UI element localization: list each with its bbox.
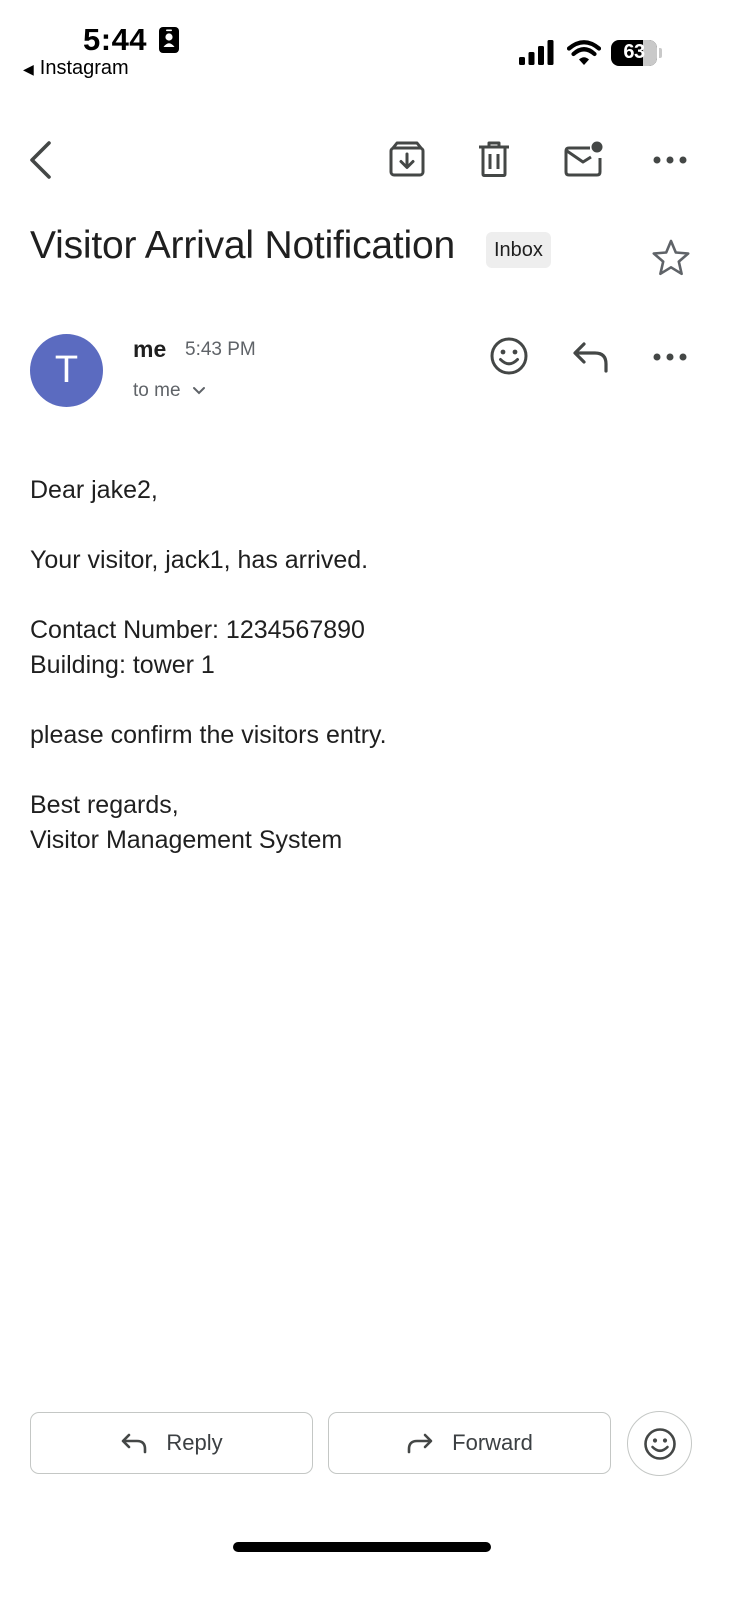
body-signature: Visitor Management System bbox=[30, 826, 343, 854]
inbox-label-chip[interactable]: Inbox bbox=[486, 232, 551, 268]
back-triangle-icon: ◀ bbox=[23, 61, 34, 77]
email-subject: Visitor Arrival Notification bbox=[30, 224, 455, 267]
battery-tip bbox=[659, 48, 662, 58]
recipients-label: to me bbox=[133, 380, 181, 402]
back-arrow-icon[interactable] bbox=[26, 140, 56, 180]
body-request: please confirm the visitors entry. bbox=[30, 721, 387, 749]
forward-button-label: Forward bbox=[452, 1430, 533, 1455]
archive-icon[interactable] bbox=[388, 140, 426, 178]
cellular-signal-icon bbox=[519, 40, 555, 66]
sender-name: me bbox=[133, 336, 167, 362]
body-signoff: Best regards, bbox=[30, 791, 179, 819]
forward-button-icon bbox=[406, 1432, 434, 1454]
battery-level: 63 bbox=[623, 41, 645, 63]
email-time: 5:43 PM bbox=[185, 339, 256, 360]
message-more-icon[interactable] bbox=[652, 347, 688, 367]
recipients-toggle[interactable]: to me bbox=[133, 380, 206, 402]
body-greeting: Dear jake2, bbox=[30, 476, 158, 504]
body-arrival: Your visitor, jack1, has arrived. bbox=[30, 546, 369, 574]
back-to-app-link[interactable]: ◀ Instagram bbox=[23, 57, 129, 80]
smiley-icon bbox=[643, 1427, 677, 1461]
status-time: 5:44 bbox=[83, 22, 148, 57]
more-options-icon[interactable] bbox=[652, 148, 688, 172]
star-icon[interactable] bbox=[650, 238, 692, 278]
email-body: Dear jake2, Your visitor, jack1, has arr… bbox=[30, 473, 387, 858]
emoji-reaction-icon[interactable] bbox=[489, 336, 529, 376]
reply-button-icon bbox=[120, 1432, 148, 1454]
delete-icon[interactable] bbox=[477, 140, 511, 178]
reply-button[interactable]: Reply bbox=[30, 1412, 313, 1474]
body-building: Building: tower 1 bbox=[30, 651, 215, 679]
chevron-down-icon bbox=[192, 380, 206, 402]
emoji-react-button[interactable] bbox=[627, 1411, 692, 1476]
body-contact: Contact Number: 1234567890 bbox=[30, 616, 365, 644]
reply-icon[interactable] bbox=[571, 340, 611, 374]
battery-icon: 63 bbox=[611, 40, 657, 66]
home-indicator[interactable] bbox=[233, 1542, 491, 1552]
sender-avatar[interactable]: T bbox=[30, 334, 103, 407]
forward-button[interactable]: Forward bbox=[328, 1412, 611, 1474]
back-app-label: Instagram bbox=[39, 57, 129, 79]
wifi-icon bbox=[567, 40, 601, 66]
reply-button-label: Reply bbox=[166, 1430, 223, 1455]
mark-unread-icon[interactable] bbox=[563, 140, 605, 178]
contact-badge-icon bbox=[159, 27, 179, 53]
